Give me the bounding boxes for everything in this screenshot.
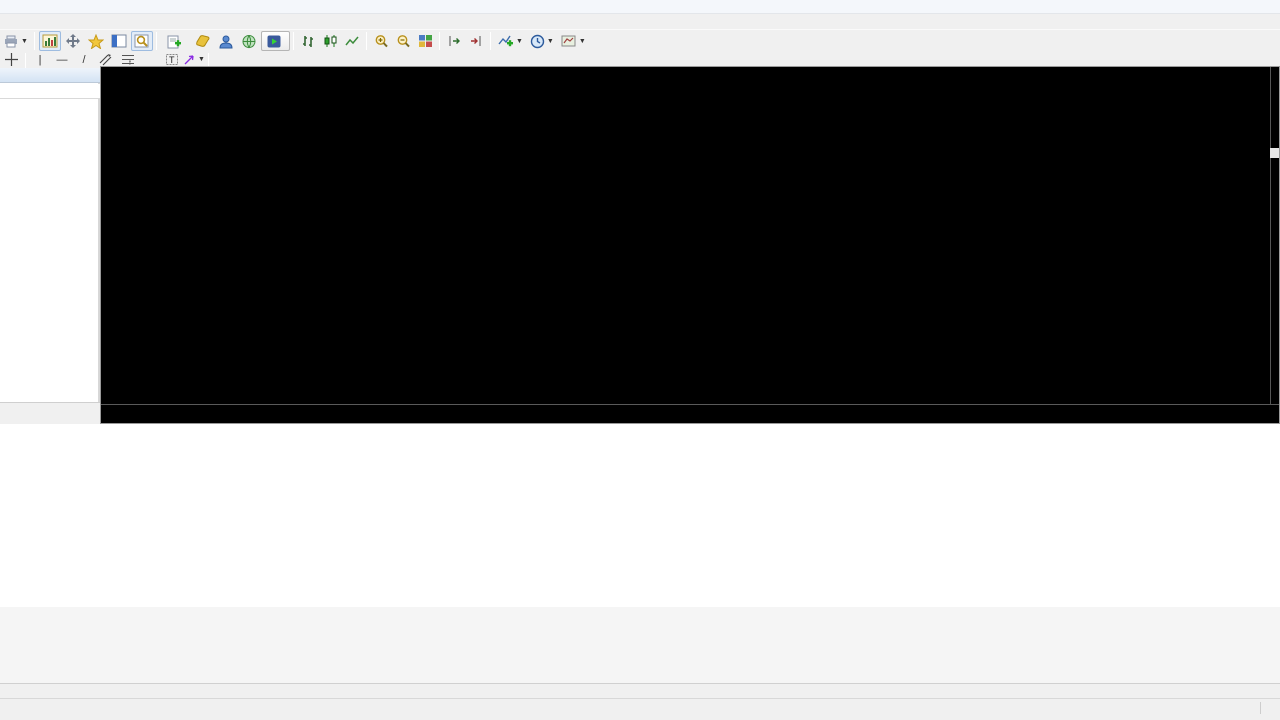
zoom-out-button[interactable] [393, 31, 414, 51]
backtest-report-table [0, 424, 1280, 607]
connection-cell [1260, 702, 1280, 714]
profiles-button[interactable] [108, 31, 130, 51]
report-empty-area [0, 607, 1280, 683]
maximize-button[interactable] [1248, 0, 1264, 13]
chart-shift-button[interactable] [466, 31, 487, 51]
status-bar [0, 698, 1280, 717]
arrows-caret-icon: ▼ [198, 56, 205, 63]
svg-text:T: T [169, 55, 175, 65]
toolbar-separator [34, 32, 35, 50]
chart-window[interactable] [100, 66, 1280, 424]
title-bar [0, 0, 1280, 14]
text-label-tool-button[interactable]: T [161, 52, 183, 67]
toolbar-separator [366, 32, 367, 50]
new-order-button[interactable] [161, 31, 191, 51]
zoom-in-button[interactable] [371, 31, 392, 51]
text-tool-button[interactable] [139, 52, 161, 67]
periods-dropdown-button[interactable]: ▼ [527, 31, 557, 51]
cursor-mode-button[interactable] [62, 31, 84, 51]
time-axis[interactable] [101, 404, 1279, 423]
standard-toolbar: ▼ [0, 29, 1280, 51]
line-chart-mode-button[interactable] [342, 31, 363, 51]
mdi-child-minimize-button[interactable] [1258, 15, 1272, 26]
toolbar-separator [293, 32, 294, 50]
autotrading-button[interactable] [261, 31, 290, 51]
market-watch-header [0, 84, 100, 99]
periods-caret-icon: ▼ [547, 38, 554, 45]
current-price-tag [1270, 148, 1279, 158]
market-watch-panel [0, 68, 100, 424]
vertical-line-tool-button[interactable]: | [29, 52, 51, 67]
symbol-search-button[interactable] [131, 31, 153, 51]
toolbar-separator [439, 32, 440, 50]
market-watch-tabs [0, 402, 100, 424]
trendline-tool-button[interactable]: / [73, 52, 95, 67]
candle-chart-mode-button[interactable] [320, 31, 341, 51]
indicators-caret-icon: ▼ [516, 38, 523, 45]
print-caret-icon: ▼ [21, 38, 28, 45]
crosshair-tool-button[interactable] [0, 52, 22, 67]
candlestick-chart[interactable] [101, 67, 1279, 423]
tile-windows-button[interactable] [415, 31, 436, 51]
favorites-button[interactable] [85, 31, 107, 51]
indicators-dropdown-button[interactable]: ▼ [495, 31, 526, 51]
price-axis[interactable] [1270, 67, 1279, 404]
templates-caret-icon: ▼ [579, 38, 586, 45]
new-chart-button[interactable] [39, 31, 61, 51]
auto-scroll-button[interactable] [444, 31, 465, 51]
print-button[interactable]: ▼ [1, 31, 31, 51]
bar-chart-mode-button[interactable] [298, 31, 319, 51]
horizontal-line-tool-button[interactable]: — [51, 52, 73, 67]
arrows-tool-button[interactable]: ▼ [183, 52, 205, 67]
templates-dropdown-button[interactable]: ▼ [558, 31, 589, 51]
expert-advisor-button[interactable] [215, 31, 237, 51]
minimize-button[interactable] [1222, 0, 1238, 13]
market-watch-rows [0, 99, 100, 402]
tester-tabs [0, 683, 1280, 698]
market-watch-caption[interactable] [0, 68, 100, 83]
community-button[interactable] [238, 31, 260, 51]
toolbar-separator [490, 32, 491, 50]
menu-bar [0, 14, 1280, 29]
channel-tool-button[interactable] [95, 52, 117, 67]
script-button[interactable] [192, 31, 214, 51]
fibonacci-tool-button[interactable]: f [117, 52, 139, 67]
toolbar-separator [156, 32, 157, 50]
